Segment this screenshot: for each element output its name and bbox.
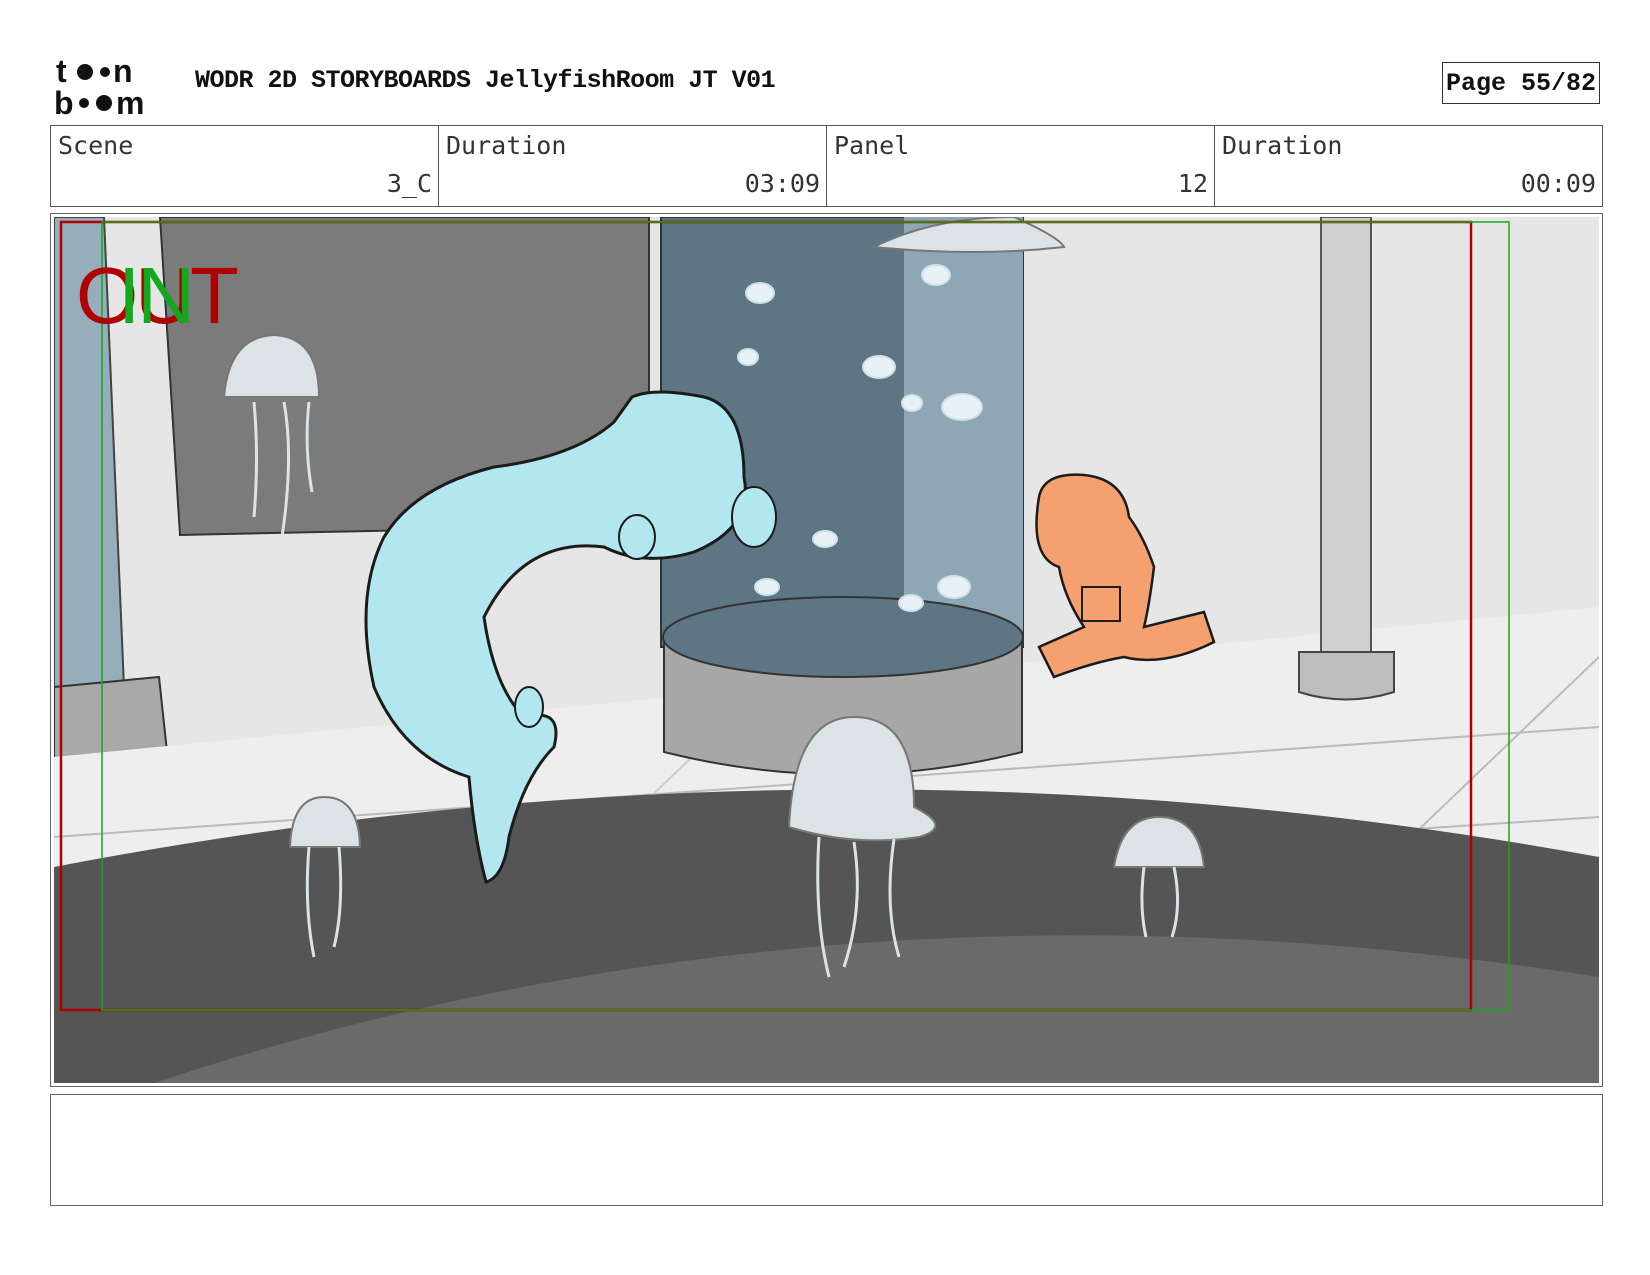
panel-label: Panel	[834, 131, 910, 160]
scene-cell: Scene 3_C	[51, 126, 439, 206]
panel-cell: Panel 12	[827, 126, 1215, 206]
scene-value: 3_C	[386, 169, 432, 198]
toon-boom-logo: t n b m	[54, 54, 144, 116]
document-title: WODR 2D STORYBOARDS JellyfishRoom JT V01	[195, 66, 776, 95]
scene-label: Scene	[58, 131, 134, 160]
svg-text:n: n	[113, 54, 133, 89]
scene-duration-label: Duration	[446, 131, 567, 160]
panel-duration-cell: Duration 00:09	[1215, 126, 1602, 206]
panel-duration-label: Duration	[1222, 131, 1343, 160]
in-label: IN	[118, 251, 195, 340]
panel-value: 12	[1177, 169, 1208, 198]
panel-notes-box	[50, 1094, 1603, 1206]
storyboard-panel-image	[54, 217, 1599, 1083]
page-indicator: Page 55/82	[1442, 62, 1600, 104]
svg-text:m: m	[116, 85, 144, 116]
scene-duration-value: 03:09	[744, 169, 820, 198]
svg-text:t: t	[56, 54, 67, 89]
scene-duration-cell: Duration 03:09	[439, 126, 827, 206]
pillar	[1320, 217, 1372, 658]
scene-info-row: Scene 3_C Duration 03:09 Panel 12 Durati…	[50, 125, 1603, 207]
panel-duration-value: 00:09	[1520, 169, 1596, 198]
svg-text:b: b	[54, 85, 74, 116]
